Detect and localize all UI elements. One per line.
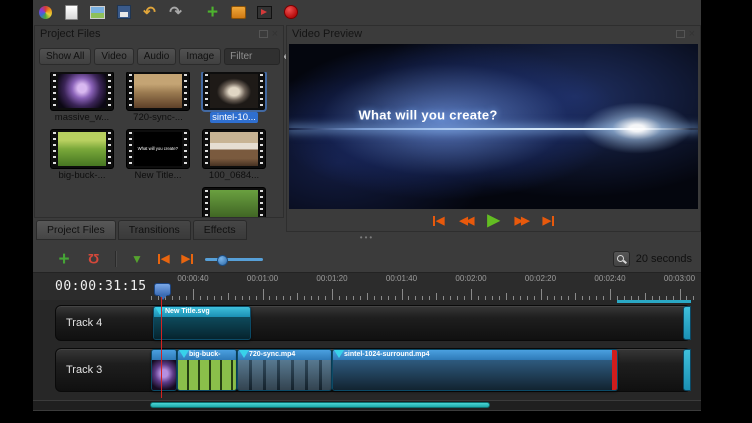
media-item-720-sync[interactable]: 720-sync-...	[123, 72, 193, 130]
jump-to-start-button[interactable]: ◀	[433, 216, 444, 227]
toolbar-separator	[115, 251, 116, 267]
filmstrip-thumbnail: What will you create?	[127, 130, 189, 168]
fast-forward-button[interactable]: ▶▶	[515, 216, 528, 227]
next-marker-icon[interactable]: ▶	[181, 254, 192, 265]
clip-trim-handle[interactable]	[612, 350, 617, 390]
transition-marker-icon	[334, 350, 344, 358]
partial-clip-above[interactable]	[617, 300, 691, 303]
transition-marker-icon	[239, 350, 249, 358]
zoom-slider-handle[interactable]	[217, 255, 228, 266]
video-preview-panel: Video Preview × What will you create? ◀ …	[286, 25, 701, 232]
media-item-big-buck[interactable]: big-buck-...	[47, 130, 117, 188]
main-toolbar: ↶ ↷ +	[33, 0, 701, 24]
close-panel-icon[interactable]: ×	[272, 29, 278, 40]
media-item-massive[interactable]: massive_w...	[47, 72, 117, 130]
video-preview-header: Video Preview ×	[287, 26, 700, 42]
snapping-toggle-icon[interactable]: Ω	[85, 250, 103, 268]
clip-new-title[interactable]: New Title.svg	[153, 306, 251, 340]
previous-marker-icon[interactable]: ◀	[158, 254, 169, 265]
timeline-ruler[interactable]: 00:00:40 00:01:00 00:01:20 00:01:40 00:0…	[148, 273, 701, 301]
float-panel-icon[interactable]	[676, 30, 685, 38]
undo-icon[interactable]: ↶	[141, 4, 158, 21]
transition-marker-icon	[179, 350, 189, 358]
playhead-handle[interactable]	[154, 283, 171, 296]
filmstrip-thumbnail	[203, 130, 265, 168]
open-project-icon[interactable]	[89, 4, 106, 21]
zoom-scale-icon[interactable]	[613, 251, 630, 267]
clip-sliver-track3[interactable]	[683, 349, 691, 391]
rewind-button[interactable]: ◀◀	[459, 216, 472, 227]
add-track-icon[interactable]: +	[55, 250, 73, 268]
transition-marker-icon	[155, 307, 165, 315]
playhead-timecode: 00:00:31:15	[55, 279, 147, 294]
float-panel-icon[interactable]	[259, 30, 268, 38]
transport-controls: ◀ ◀◀ ▶ ▶▶ ▶	[287, 212, 700, 230]
dock-splitter-handle[interactable]: •••	[33, 234, 701, 242]
video-overlay-text: What will you create?	[358, 107, 497, 122]
playhead-line	[161, 297, 162, 398]
import-files-icon[interactable]: +	[204, 4, 221, 21]
app-logo-icon	[37, 4, 54, 21]
zoom-scale-label: 20 seconds	[636, 253, 692, 265]
media-filter-row: Show All Video Audio Image ✐	[39, 46, 281, 66]
media-item-100-0684[interactable]: 100_0684...	[199, 130, 269, 188]
timeline-scrollbar[interactable]	[33, 401, 701, 410]
openshot-window: ↶ ↷ + Project Files × Show All Video Aud…	[33, 0, 701, 411]
project-files-panel: Project Files × Show All Video Audio Ima…	[34, 25, 284, 218]
clip-720-sync[interactable]: 720-sync.mp4	[237, 349, 332, 391]
filmstrip-thumbnail	[203, 72, 265, 110]
timeline-tracks-area: Track 4 Track 3 New Title.svg big-buck- …	[33, 300, 701, 400]
filter-show-all-button[interactable]: Show All	[39, 48, 91, 65]
clip-big-buck[interactable]: big-buck-	[177, 349, 237, 391]
choose-profile-icon[interactable]	[230, 4, 247, 21]
project-files-header: Project Files ×	[35, 26, 283, 42]
filmstrip-thumbnail	[203, 188, 265, 217]
media-item-new-title[interactable]: What will you create? New Title...	[123, 130, 193, 188]
zoom-slider[interactable]	[205, 252, 263, 266]
jump-to-end-button[interactable]: ▶	[543, 216, 554, 227]
lens-flare-burst	[582, 102, 692, 154]
clip-sintel[interactable]: sintel-1024-surround.mp4	[332, 349, 618, 391]
timeline-scrollbar-thumb[interactable]	[150, 402, 490, 408]
timeline-toolbar: + Ω ▼ ◀ ▶ 20 seconds	[33, 246, 701, 272]
clip-sliver-track4[interactable]	[683, 306, 691, 340]
play-button[interactable]: ▶	[487, 213, 499, 229]
media-item-partial[interactable]	[199, 188, 269, 217]
redo-icon[interactable]: ↷	[167, 4, 184, 21]
export-video-icon[interactable]	[256, 4, 273, 21]
filter-audio-button[interactable]: Audio	[137, 48, 177, 65]
panel-title: Video Preview	[292, 28, 362, 40]
new-project-icon[interactable]	[63, 4, 80, 21]
media-item-sintel[interactable]: sintel-10...	[199, 72, 269, 130]
save-project-icon[interactable]	[115, 4, 132, 21]
filter-image-button[interactable]: Image	[179, 48, 221, 65]
filter-video-button[interactable]: Video	[94, 48, 133, 65]
record-icon[interactable]	[282, 4, 299, 21]
filmstrip-thumbnail	[51, 72, 113, 110]
filmstrip-thumbnail	[127, 72, 189, 110]
filter-input[interactable]	[224, 48, 280, 65]
add-marker-icon[interactable]: ▼	[128, 250, 146, 268]
timeline-ruler-row: 00:00:31:15 00:00:40 00:01:00 00:01:20 0…	[33, 272, 701, 301]
clip-massive[interactable]	[151, 349, 177, 391]
track-4: Track 4	[55, 305, 691, 341]
filmstrip-thumbnail	[51, 130, 113, 168]
video-canvas: What will you create?	[289, 44, 698, 209]
project-files-grid: massive_w... 720-sync-... sintel-10... b…	[47, 72, 281, 217]
close-panel-icon[interactable]: ×	[689, 29, 695, 40]
panel-title: Project Files	[40, 28, 101, 40]
